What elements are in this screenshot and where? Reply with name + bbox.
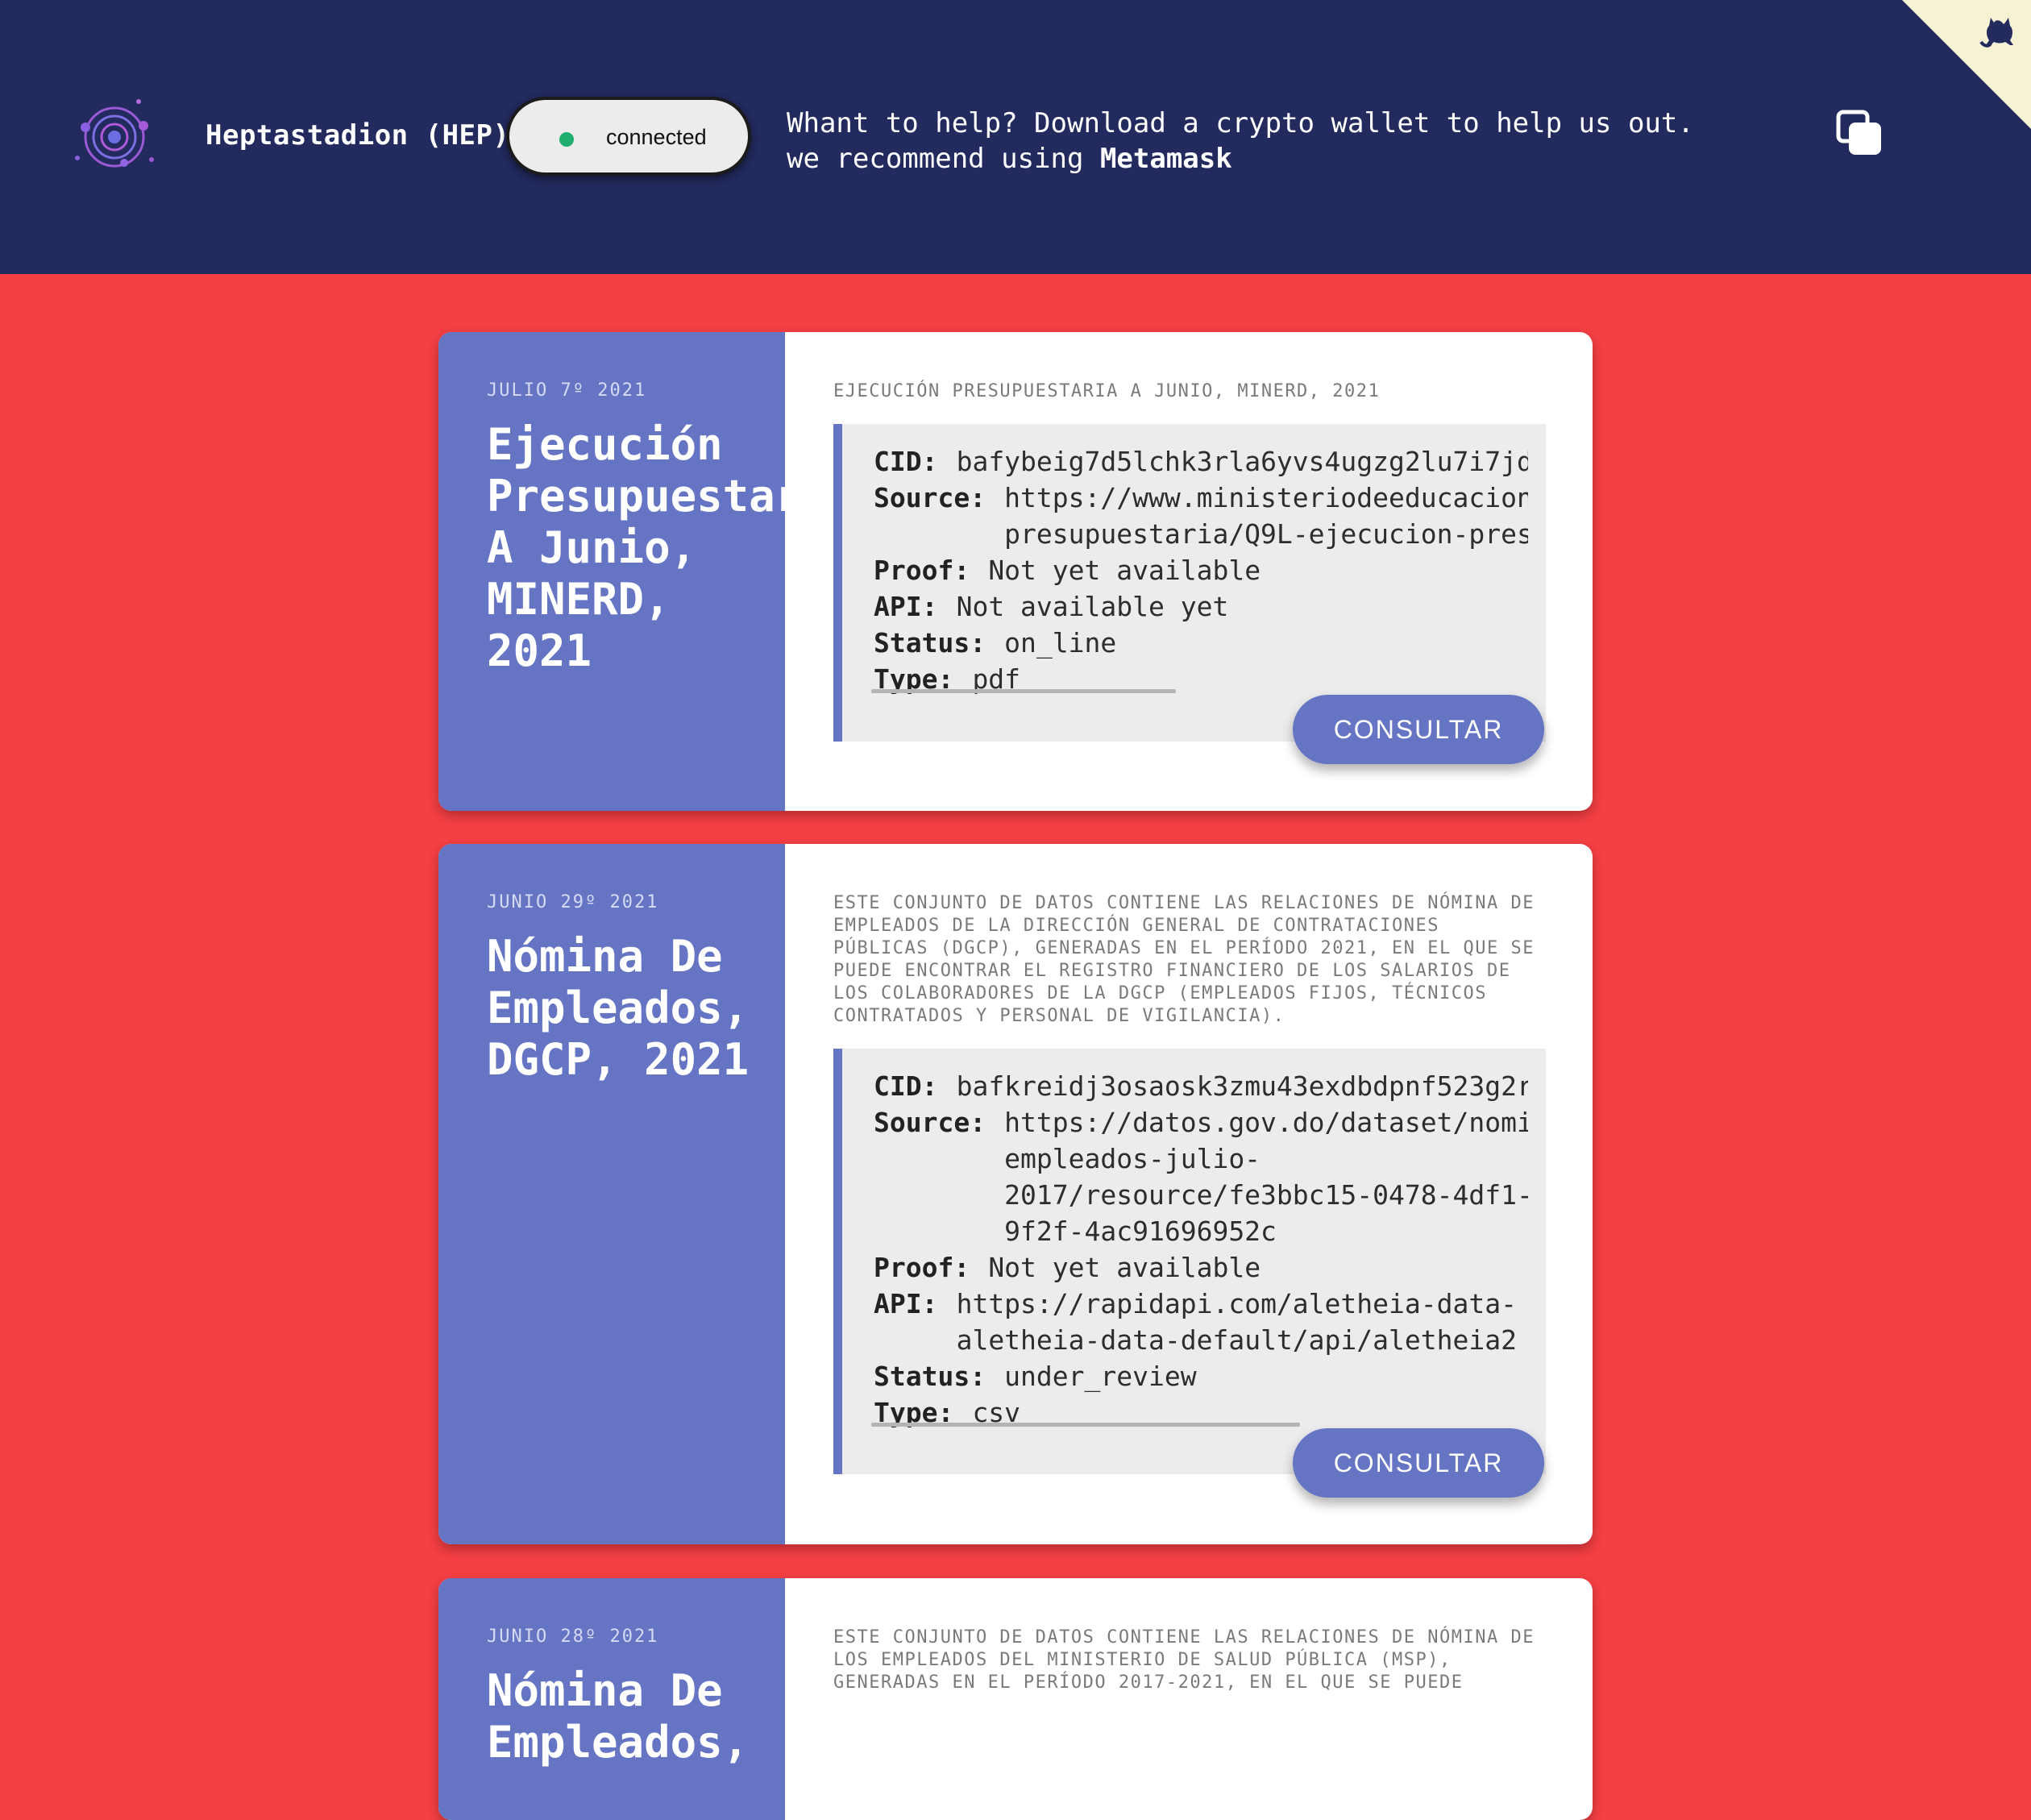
- card-content: EJECUCIÓN PRESUPUESTARIA A JUNIO, MINERD…: [785, 332, 1593, 811]
- status-label: Status:: [874, 1361, 986, 1392]
- card-description: ESTE CONJUNTO DE DATOS CONTIENE LAS RELA…: [833, 893, 1535, 1026]
- api-value[interactable]: https://rapidapi.com/aletheia-data- alet…: [937, 1286, 1517, 1358]
- card-content: ESTE CONJUNTO DE DATOS CONTIENE LAS RELA…: [785, 844, 1593, 1544]
- horizontal-scrollbar[interactable]: [871, 689, 1176, 693]
- horizontal-scrollbar[interactable]: [871, 1423, 1300, 1427]
- card-title: Nómina De Empleados, DGCP, 2021: [487, 931, 750, 1085]
- help-message: Whant to help? Download a crypto wallet …: [787, 106, 1694, 177]
- consultar-button[interactable]: CONSULTAR: [1293, 695, 1544, 764]
- cid-value: bafybeig7d5lchk3rla6yvs4ugzg2lu7i7jdm: [956, 446, 1528, 477]
- help-line-2: we recommend using Metamask: [787, 141, 1694, 177]
- api-row: API: Not available yet: [874, 588, 1528, 625]
- source-row: Source: https://datos.gov.do/dataset/nomi…: [874, 1104, 1528, 1249]
- api-label: API:: [874, 591, 938, 622]
- metamask-link[interactable]: Metamask: [1100, 143, 1232, 175]
- card-title: Ejecución Presupuestaria A Junio, MINERD…: [487, 419, 785, 676]
- dataset-card: JULIO 7º 2021 Ejecución Presupuestaria A…: [438, 332, 1593, 811]
- orbit-logo-icon[interactable]: [71, 95, 160, 174]
- source-value[interactable]: https://www.ministeriodeeducacion presup…: [986, 480, 1528, 552]
- source-value[interactable]: https://datos.gov.do/dataset/nomi emplea…: [986, 1104, 1528, 1249]
- dataset-card: JUNIO 29º 2021 Nómina De Empleados, DGCP…: [438, 844, 1593, 1544]
- cid-label: CID:: [874, 1070, 938, 1102]
- cid-row: CID: bafybeig7d5lchk3rla6yvs4ugzg2lu7i7jd…: [874, 443, 1528, 480]
- proof-row: Proof: Not yet available: [874, 552, 1528, 588]
- metadata-list: CID: bafybeig7d5lchk3rla6yvs4ugzg2lu7i7jd…: [874, 443, 1528, 697]
- card-date: JULIO 7º 2021: [487, 380, 647, 401]
- metadata-box[interactable]: CID: bafkreidj3osaosk3zmu43exdbdpnf523g2r…: [833, 1049, 1546, 1474]
- api-value: Not available yet: [956, 591, 1229, 622]
- card-title: Nómina De Empleados,: [487, 1665, 750, 1768]
- proof-label: Proof:: [874, 555, 970, 586]
- card-date: JUNIO 29º 2021: [487, 892, 659, 912]
- cid-label: CID:: [874, 446, 938, 477]
- wallet-status-button[interactable]: connected: [506, 97, 751, 176]
- card-date: JUNIO 28º 2021: [487, 1627, 659, 1647]
- status-label: Status:: [874, 627, 986, 659]
- github-corner-icon[interactable]: [1902, 0, 2031, 129]
- copy-icon[interactable]: [1836, 110, 1883, 156]
- card-description: EJECUCIÓN PRESUPUESTARIA A JUNIO, MINERD…: [833, 381, 1381, 401]
- status-row: Status: on_line: [874, 625, 1528, 661]
- proof-row: Proof: Not yet available: [874, 1249, 1528, 1286]
- proof-value: Not yet available: [988, 1252, 1261, 1283]
- card-sidebar: JULIO 7º 2021 Ejecución Presupuestaria A…: [438, 332, 785, 811]
- status-value: under_review: [1004, 1361, 1197, 1392]
- dataset-card: JUNIO 28º 2021 Nómina De Empleados, ESTE…: [438, 1578, 1593, 1820]
- metadata-box[interactable]: CID: bafybeig7d5lchk3rla6yvs4ugzg2lu7i7jd…: [833, 424, 1546, 742]
- status-row: Status: under_review: [874, 1358, 1528, 1394]
- help-line-2-prefix: we recommend using: [787, 143, 1100, 175]
- card-sidebar: JUNIO 28º 2021 Nómina De Empleados,: [438, 1578, 785, 1820]
- source-row: Source: https://www.ministeriodeeducacion…: [874, 480, 1528, 552]
- proof-label: Proof:: [874, 1252, 970, 1283]
- cid-value: bafkreidj3osaosk3zmu43exdbdpnf523g2re: [956, 1070, 1528, 1102]
- source-label: Source:: [874, 1107, 986, 1138]
- api-row: API: https://rapidapi.com/aletheia-data- …: [874, 1286, 1528, 1358]
- cid-row: CID: bafkreidj3osaosk3zmu43exdbdpnf523g2r…: [874, 1068, 1528, 1104]
- proof-value: Not yet available: [988, 555, 1261, 586]
- source-label: Source:: [874, 482, 986, 513]
- card-sidebar: JUNIO 29º 2021 Nómina De Empleados, DGCP…: [438, 844, 785, 1544]
- card-description: ESTE CONJUNTO DE DATOS CONTIENE LAS RELA…: [833, 1627, 1535, 1693]
- top-header: Heptastadion (HEP) connected Whant to he…: [0, 0, 2031, 274]
- metadata-list: CID: bafkreidj3osaosk3zmu43exdbdpnf523g2r…: [874, 1068, 1528, 1431]
- status-dot-icon: [559, 132, 574, 147]
- api-label: API:: [874, 1288, 938, 1319]
- status-value: on_line: [1004, 627, 1117, 659]
- consultar-button[interactable]: CONSULTAR: [1293, 1428, 1544, 1498]
- help-line-1: Whant to help? Download a crypto wallet …: [787, 107, 1694, 139]
- wallet-status-label: connected: [606, 125, 707, 149]
- app-title: Heptastadion (HEP): [206, 119, 510, 152]
- card-content: ESTE CONJUNTO DE DATOS CONTIENE LAS RELA…: [785, 1578, 1593, 1820]
